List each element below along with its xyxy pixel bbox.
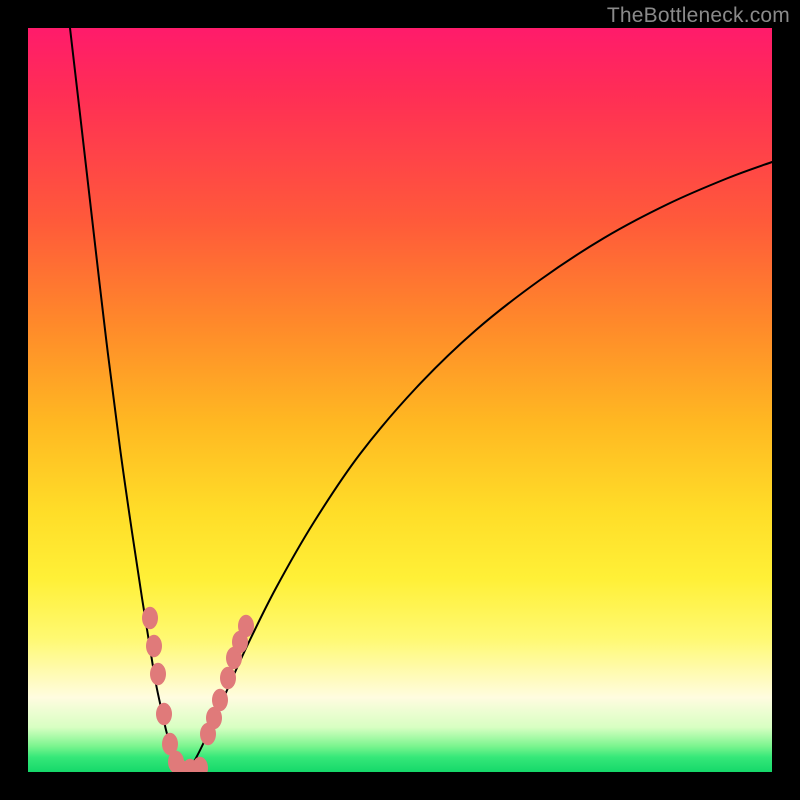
marker-right	[238, 615, 254, 637]
marker-left	[146, 635, 162, 657]
curve-left-branch	[70, 28, 186, 772]
marker-left	[156, 703, 172, 725]
marker-layer	[142, 607, 254, 772]
watermark-text: TheBottleneck.com	[607, 4, 790, 28]
plot-area	[28, 28, 772, 772]
marker-left	[150, 663, 166, 685]
marker-left	[142, 607, 158, 629]
outer-frame: TheBottleneck.com	[0, 0, 800, 800]
marker-right	[220, 667, 236, 689]
curve-right-branch	[186, 162, 772, 772]
marker-right	[212, 689, 228, 711]
plot-svg	[28, 28, 772, 772]
